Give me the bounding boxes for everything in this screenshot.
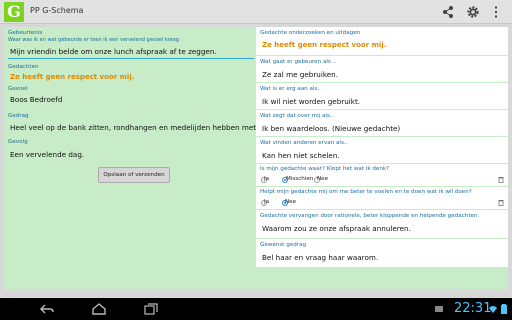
clock: 22:31 bbox=[454, 301, 492, 316]
content-area: Gebeurtenis Waar was ik en wat gebeurde … bbox=[0, 24, 512, 298]
gevolg-label: Gevolg bbox=[8, 139, 28, 145]
system-nav-bar: 22:31 bbox=[0, 298, 512, 320]
right-panel: Gedachte onderzoeken en uitdagen Ze heef… bbox=[256, 27, 508, 289]
q1-label: Wat gaat er gebeuren als .. bbox=[260, 59, 337, 65]
gedachten-field[interactable]: Ze heeft geen respect voor mij. bbox=[10, 73, 134, 81]
app-title: PP G-Schema bbox=[30, 6, 84, 15]
vervangen-field[interactable]: Waarom zou ze onze afspraak annuleren. bbox=[262, 224, 411, 233]
app-logo[interactable]: G bbox=[4, 2, 24, 22]
home-icon[interactable] bbox=[92, 303, 106, 315]
trash-icon[interactable] bbox=[498, 199, 504, 206]
check1-label: Is mijn gedachte waar? Klopt het wat ik … bbox=[260, 166, 390, 172]
onderzoeken-label: Gedachte onderzoeken en uitdagen bbox=[260, 30, 361, 36]
gedrag-field[interactable]: Heel veel op de bank zitten, rondhangen … bbox=[10, 123, 284, 132]
notification-icon bbox=[435, 306, 443, 312]
onderzoeken-field[interactable]: Ze heeft geen respect voor mij. bbox=[262, 41, 386, 49]
save-or-send-button[interactable]: Opslaan of verzenden bbox=[98, 167, 170, 183]
back-icon[interactable] bbox=[40, 303, 54, 315]
check1-option-misschien: Misschien bbox=[286, 176, 314, 182]
settings-icon[interactable] bbox=[465, 4, 481, 20]
gebeurtenis-underline bbox=[8, 58, 254, 59]
left-panel: Gebeurtenis Waar was ik en wat gebeurde … bbox=[4, 27, 284, 289]
wifi-icon bbox=[489, 306, 497, 313]
gedachten-label: Gedachten bbox=[8, 64, 39, 70]
vervangen-label: Gedachte vervangen door rationele, beter… bbox=[260, 213, 480, 219]
q4-label: Wat vinden anderen ervan als.. bbox=[260, 140, 348, 146]
overflow-menu-icon[interactable] bbox=[488, 4, 504, 20]
gevolg-field[interactable]: Een vervelende dag. bbox=[10, 150, 84, 159]
q2-label: Wat is er erg aan als.. bbox=[260, 86, 321, 92]
share-icon[interactable] bbox=[440, 4, 456, 20]
gewenst-field[interactable]: Bel haar en vraag haar waarom. bbox=[262, 253, 378, 262]
action-bar: G PP G-Schema bbox=[0, 0, 512, 24]
trash-icon[interactable] bbox=[498, 176, 504, 183]
q1-field[interactable]: Ze zal me gebruiken. bbox=[262, 70, 338, 79]
check1-option-nee: Nee bbox=[317, 176, 329, 182]
gebeurtenis-label: Gebeurtenis bbox=[8, 30, 43, 36]
app-screen: G PP G-Schema Gebeurtenis Waar was ik en… bbox=[0, 0, 512, 320]
check2-option-ja: Ja bbox=[264, 199, 270, 205]
recent-apps-icon[interactable] bbox=[144, 303, 158, 315]
q2-field[interactable]: Ik wil niet worden gebruikt. bbox=[262, 97, 360, 106]
check2-option-nee: Nee bbox=[285, 199, 297, 205]
check2-label: Helpt mijn gedachte mij om me beter te v… bbox=[260, 189, 472, 195]
q3-label: Wat zegt dat over mij als.. bbox=[260, 113, 334, 119]
q4-field[interactable]: Kan hen niet schelen. bbox=[262, 151, 340, 160]
gebeurtenis-sublabel: Waar was ik en wat gebeurde er toen ik e… bbox=[8, 37, 180, 43]
q3-field[interactable]: Ik ben waardeloos. (Nieuwe gedachte) bbox=[262, 124, 400, 133]
gedrag-label: Gedrag bbox=[8, 113, 29, 119]
check1-option-ja: Ja bbox=[264, 176, 270, 182]
gewenst-label: Gewenst gedrag bbox=[260, 242, 307, 248]
gebeurtenis-field[interactable]: Mijn vriendin belde om onze lunch afspra… bbox=[10, 47, 217, 56]
gevoel-label: Gevoel bbox=[8, 86, 28, 92]
battery-icon bbox=[501, 304, 507, 314]
gevoel-field[interactable]: Boos Bedroefd bbox=[10, 95, 62, 104]
